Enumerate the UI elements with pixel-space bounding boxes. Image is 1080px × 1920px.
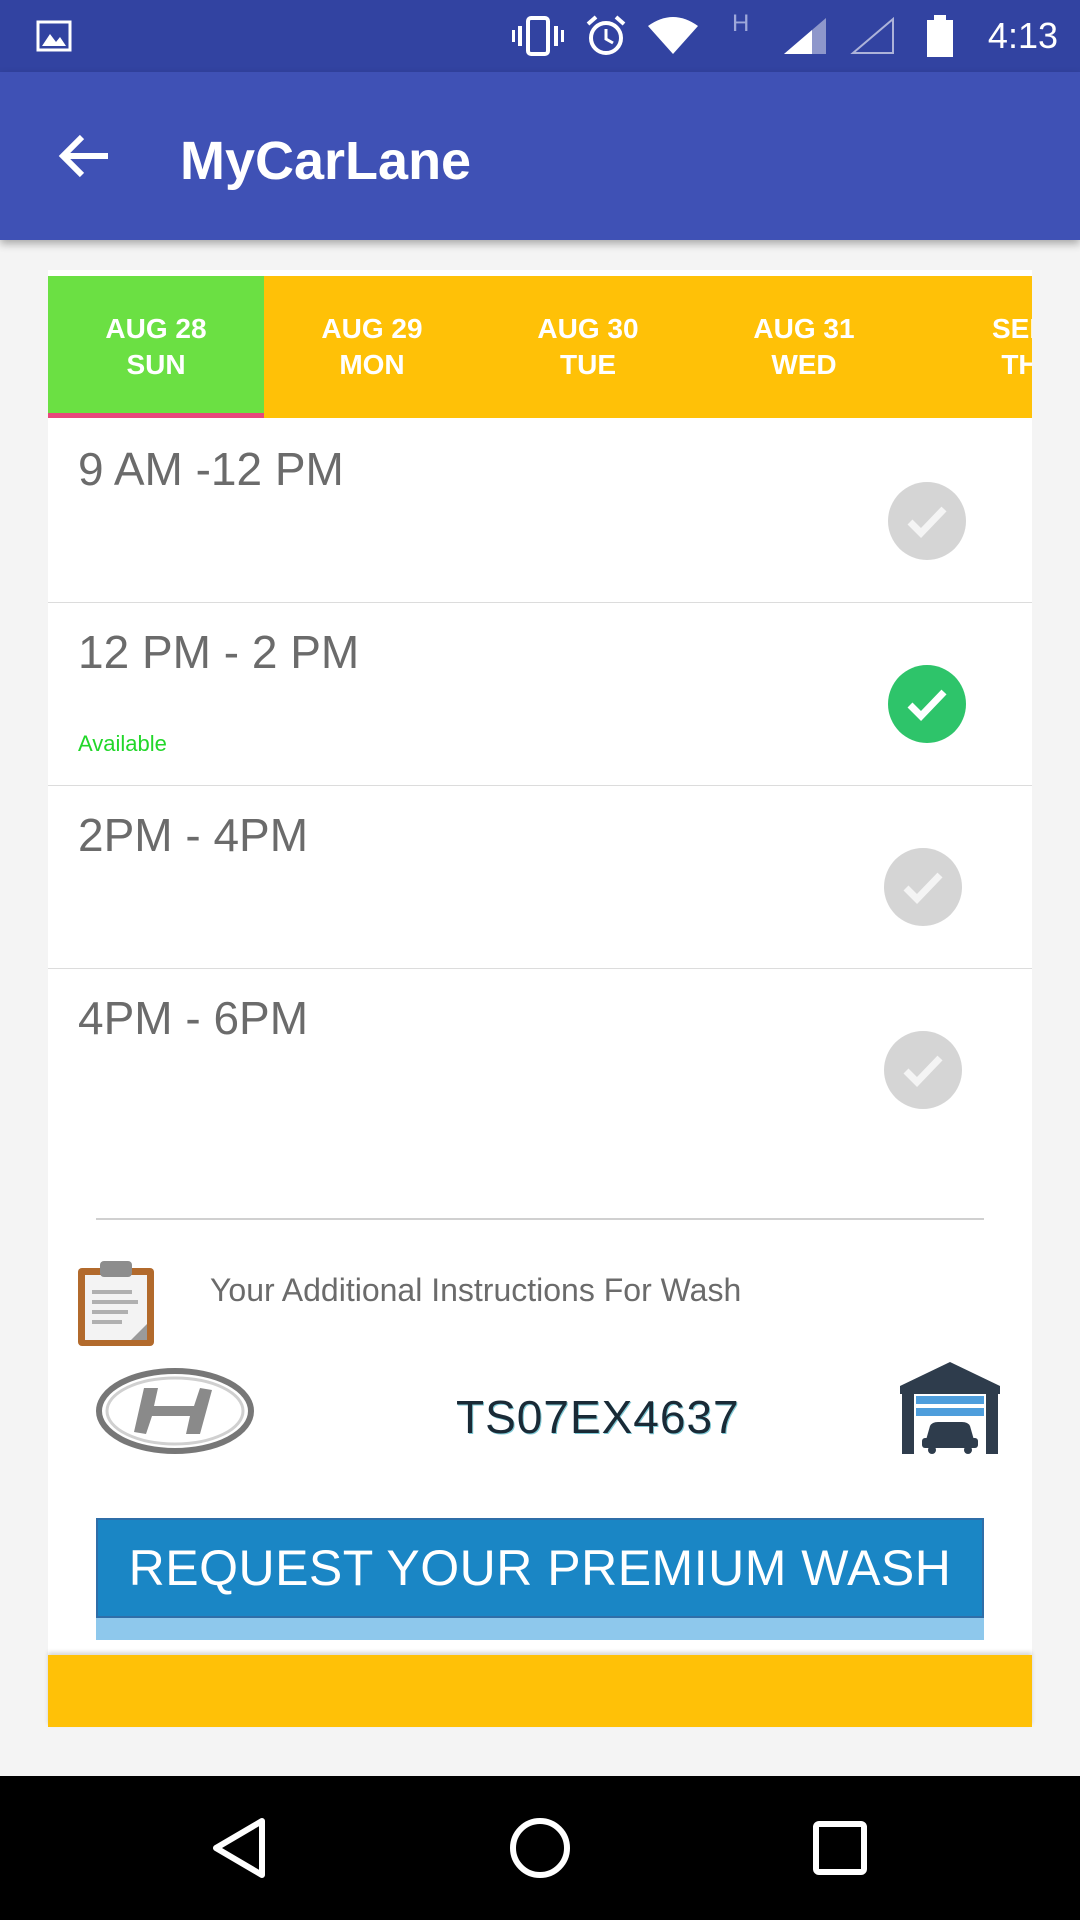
tab-day: TUE [560, 349, 616, 380]
nav-home-icon[interactable] [490, 1798, 590, 1898]
vibrate-icon [510, 0, 566, 72]
tab-date: AUG 31 [753, 313, 855, 344]
divider [96, 1218, 984, 1220]
signal-icon [782, 0, 828, 72]
slot-time: 4PM - 6PM [78, 992, 309, 1044]
tab-day: SUN [126, 349, 186, 380]
tab-day: MON [339, 349, 405, 380]
instructions-row[interactable]: Your Additional Instructions For Wash [48, 1258, 1032, 1358]
status-bar: H 4:13 [0, 0, 1080, 72]
check-icon[interactable] [884, 1031, 962, 1109]
nav-back-icon[interactable] [190, 1798, 290, 1898]
tab-aug-29[interactable]: AUG 29 MON [264, 276, 480, 418]
date-tabs: AUG 28 SUN AUG 29 MON AUG 30 TUE AUG 31 … [48, 276, 1032, 418]
garage-icon[interactable] [898, 1360, 1002, 1456]
arrow-back-icon[interactable] [44, 116, 124, 196]
slot-row[interactable]: 4PM - 6PM [48, 969, 1032, 1151]
tab-date: AUG 28 [105, 313, 207, 344]
slot-time: 2PM - 4PM [78, 809, 309, 861]
tab-sep[interactable]: SEP TH [912, 276, 1032, 418]
bottom-strip [48, 1655, 1032, 1727]
clipboard-icon[interactable] [76, 1258, 156, 1348]
slot-row[interactable]: 2PM - 4PM [48, 786, 1032, 970]
wifi-icon [646, 0, 700, 72]
signal-empty-icon [850, 0, 896, 72]
slot-row[interactable]: 9 AM -12 PM [48, 420, 1032, 604]
image-icon [36, 0, 72, 72]
check-icon[interactable] [888, 665, 966, 743]
tab-day: TH [1001, 349, 1032, 380]
license-plate: TS07EX4637 [456, 1391, 740, 1443]
check-icon[interactable] [884, 848, 962, 926]
slot-time: 9 AM -12 PM [78, 443, 344, 495]
tab-date: SEP [991, 313, 1032, 344]
tab-indicator [48, 413, 264, 418]
request-wash-button[interactable]: REQUEST YOUR PREMIUM WASH [96, 1518, 984, 1640]
tab-day: WED [771, 349, 837, 380]
nav-recents-icon[interactable] [790, 1798, 890, 1898]
vehicle-row: TS07EX4637 [48, 1360, 1032, 1480]
status-time: 4:13 [987, 15, 1058, 56]
tab-aug-28[interactable]: AUG 28 SUN [48, 276, 264, 418]
tab-date: AUG 29 [321, 313, 423, 344]
tab-date: AUG 30 [537, 313, 639, 344]
slot-time: 12 PM - 2 PM [78, 626, 360, 678]
booking-card: AUG 28 SUN AUG 29 MON AUG 30 TUE AUG 31 … [48, 270, 1032, 1655]
app-bar: MyCarLane [0, 72, 1080, 240]
alarm-icon [584, 0, 628, 72]
tab-aug-31[interactable]: AUG 31 WED [696, 276, 912, 418]
instructions-label: Your Additional Instructions For Wash [210, 1272, 742, 1308]
slot-availability: Available [78, 731, 167, 756]
battery-icon [924, 0, 956, 72]
slot-row[interactable]: 12 PM - 2 PM Available [48, 603, 1032, 787]
navigation-bar [0, 1776, 1080, 1920]
request-wash-label: REQUEST YOUR PREMIUM WASH [96, 1518, 984, 1618]
check-icon[interactable] [888, 482, 966, 560]
h-network-icon: H [732, 10, 750, 37]
hyundai-logo-icon [96, 1368, 254, 1454]
tab-aug-30[interactable]: AUG 30 TUE [480, 276, 696, 418]
app-title: MyCarLane [180, 131, 472, 191]
